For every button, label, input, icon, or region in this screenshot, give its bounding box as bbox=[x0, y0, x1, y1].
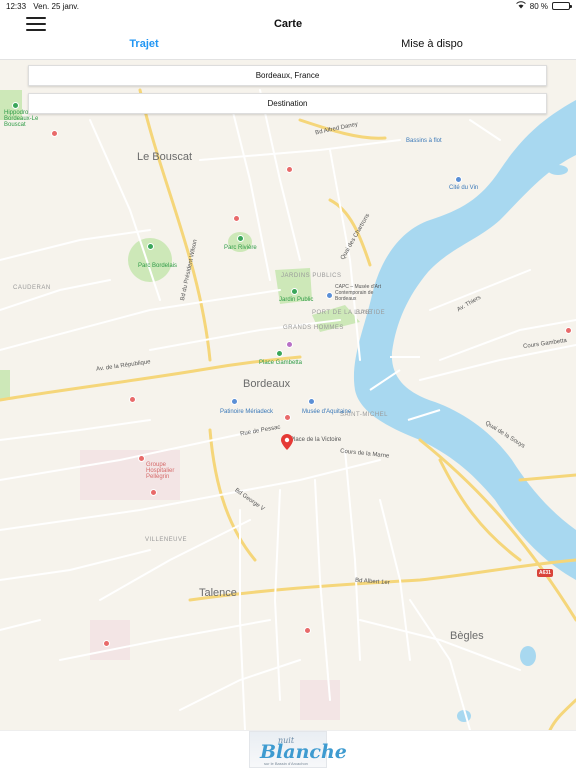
map-label-cauderan: CAUDERAN bbox=[13, 285, 51, 291]
wifi-icon bbox=[516, 1, 526, 11]
map-graphics bbox=[0, 60, 576, 730]
destination-field[interactable]: Destination bbox=[28, 93, 547, 114]
hospital-icon bbox=[103, 640, 110, 647]
tab-trajet[interactable]: Trajet bbox=[0, 36, 288, 60]
hospital-icon bbox=[286, 166, 293, 173]
poi-label-jardin-public: Jardin Public bbox=[279, 297, 314, 303]
navigation-bar: Carte Trajet Mise à dispo bbox=[0, 12, 576, 60]
hospital-icon bbox=[150, 489, 157, 496]
hospital-icon bbox=[51, 130, 58, 137]
status-left: 12:33 Ven. 25 janv. bbox=[6, 2, 84, 11]
map-label-villeneuve: VILLENEUVE bbox=[145, 537, 188, 543]
poi-label-bassins-a-flot: Bassins à flot bbox=[406, 138, 442, 144]
park-icon bbox=[237, 235, 244, 242]
map-label-begles: Bègles bbox=[450, 630, 484, 642]
landmark-icon bbox=[276, 350, 283, 357]
shopping-icon bbox=[286, 341, 293, 348]
map-label-le-bouscat: Le Bouscat bbox=[137, 151, 193, 163]
highway-shield: A631 bbox=[537, 569, 553, 577]
poi-label-patinoire: Patinoire Mériadeck bbox=[220, 409, 274, 415]
origin-field[interactable]: Bordeaux, France bbox=[28, 65, 547, 86]
logo-text-big: Blanche bbox=[260, 741, 347, 763]
hospital-icon bbox=[138, 455, 145, 462]
brand-logo: nuit Blanche sur le Bassin d'Arcachon bbox=[249, 731, 347, 768]
status-right: 80 % bbox=[516, 1, 572, 11]
map-label-talence: Talence bbox=[199, 587, 237, 599]
tab-mise-a-dispo[interactable]: Mise à dispo bbox=[288, 36, 576, 60]
hospital-icon bbox=[233, 215, 240, 222]
map-label-jardins-publics: JARDINS PUBLICS bbox=[281, 273, 342, 279]
hospital-icon bbox=[284, 414, 291, 421]
poi-label-parc-bordelais: Parc Bordelais bbox=[138, 263, 178, 269]
battery-percentage: 80 % bbox=[529, 1, 548, 11]
map-view[interactable]: Le Bouscat Bordeaux Talence Bègles CAUDE… bbox=[0, 60, 576, 730]
museum-icon bbox=[455, 176, 462, 183]
hospital-icon bbox=[129, 396, 136, 403]
page-title: Carte bbox=[273, 18, 303, 30]
poi-label-capc: CAPC – Musée d'Art Contemporain de Borde… bbox=[335, 284, 381, 302]
park-icon bbox=[291, 288, 298, 295]
poi-label-pellegrin: Groupe Hospitalier Pellegrin bbox=[146, 462, 175, 480]
skating-rink-icon bbox=[231, 398, 238, 405]
battery-icon bbox=[552, 2, 572, 10]
hospital-icon bbox=[304, 627, 311, 634]
status-date: Ven. 25 janv. bbox=[33, 1, 79, 11]
hospital-icon bbox=[565, 327, 572, 334]
map-label-bastide: BASTIDE bbox=[356, 310, 386, 316]
poi-label-musee-aquitaine: Musée d'Aquitaine bbox=[302, 409, 352, 415]
museum-icon bbox=[326, 292, 333, 299]
park-icon bbox=[147, 243, 154, 250]
poi-label-cite-du-vin: Cité du Vin bbox=[449, 185, 479, 191]
racetrack-icon bbox=[12, 102, 19, 109]
map-label-grands-hommes: GRANDS HOMMES bbox=[283, 325, 344, 331]
tab-bar: Trajet Mise à dispo bbox=[0, 36, 576, 60]
status-bar: 12:33 Ven. 25 janv. 80 % bbox=[0, 0, 576, 12]
poi-label-place-gambetta: Place Gambetta bbox=[259, 360, 303, 366]
location-pin-icon[interactable] bbox=[281, 434, 293, 450]
poi-label-place-victoire: Place de la Victoire bbox=[290, 437, 342, 443]
map-label-bordeaux: Bordeaux bbox=[243, 378, 291, 390]
museum-icon bbox=[308, 398, 315, 405]
status-time: 12:33 bbox=[6, 1, 27, 11]
logo-text-sub: sur le Bassin d'Arcachon bbox=[264, 761, 308, 766]
poi-label-parc-riviere: Parc Rivière bbox=[224, 245, 257, 251]
